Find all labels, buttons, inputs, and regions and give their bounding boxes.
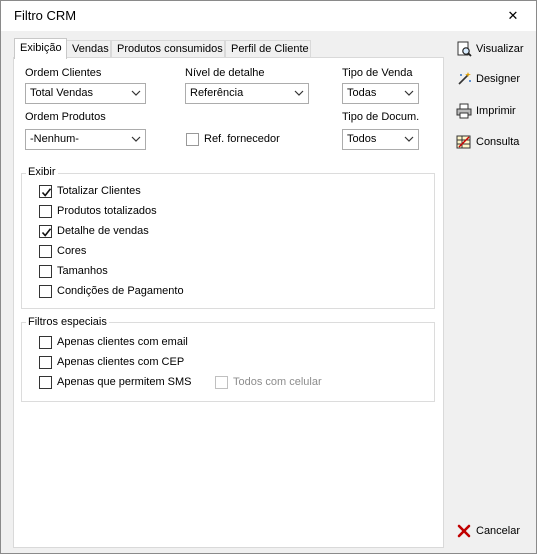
imprimir-label: Imprimir — [476, 105, 516, 117]
clientes-com-cep-label: Apenas clientes com CEP — [57, 356, 185, 368]
tab-panel-exibicao: Ordem Clientes Total Vendas Nível de det… — [13, 57, 444, 548]
window-title: Filtro CRM — [14, 8, 77, 23]
chevron-down-icon — [294, 90, 304, 96]
ordem-clientes-select[interactable]: Total Vendas — [25, 83, 146, 104]
detalhe-de-vendas-label: Detalhe de vendas — [57, 225, 149, 237]
magnifier-page-icon — [457, 41, 472, 57]
chevron-down-icon — [404, 90, 414, 96]
consulta-label: Consulta — [476, 136, 520, 148]
permitem-sms-label: Apenas que permitem SMS — [57, 376, 192, 388]
checkmark-icon — [41, 188, 52, 197]
nivel-detalhe-select[interactable]: Referência — [185, 83, 309, 104]
todos-com-celular-checkbox[interactable] — [215, 376, 228, 389]
chevron-down-icon — [404, 136, 414, 142]
chevron-down-icon — [131, 136, 141, 142]
visualizar-label: Visualizar — [476, 43, 524, 55]
cancelar-label: Cancelar — [476, 525, 521, 537]
exibir-group-title: Exibir — [26, 166, 58, 178]
todos-com-celular-label: Todos com celular — [233, 376, 322, 388]
tab-vendas[interactable]: Vendas — [66, 40, 111, 58]
clientes-com-cep-checkbox[interactable] — [39, 356, 52, 369]
tamanhos-checkbox[interactable] — [39, 265, 52, 278]
consulta-button[interactable]: Consulta — [456, 132, 519, 152]
cores-label: Cores — [57, 245, 87, 257]
ref-fornecedor-label: Ref. fornecedor — [204, 133, 280, 145]
designer-label: Designer — [476, 73, 521, 85]
condicoes-pagamento-checkbox[interactable] — [39, 285, 52, 298]
ordem-produtos-select[interactable]: -Nenhum- — [25, 129, 146, 150]
close-button[interactable]: ✕ — [490, 1, 536, 31]
totalizar-clientes-label: Totalizar Clientes — [57, 185, 141, 197]
printer-icon — [456, 103, 472, 119]
visualizar-button[interactable]: Visualizar — [456, 39, 524, 59]
magic-wand-icon — [458, 72, 471, 85]
clientes-com-email-checkbox[interactable] — [39, 336, 52, 349]
produtos-totalizados-label: Produtos totalizados — [57, 205, 157, 217]
checkmark-icon — [41, 228, 52, 237]
ordem-produtos-label: Ordem Produtos — [25, 111, 106, 123]
totalizar-clientes-checkbox[interactable] — [39, 185, 52, 198]
nivel-detalhe-value: Referência — [190, 87, 244, 99]
tipo-venda-value: Todas — [347, 87, 377, 99]
ordem-produtos-value: -Nenhum- — [30, 133, 79, 145]
filtros-especiais-group-title: Filtros especiais — [26, 316, 109, 328]
permitem-sms-checkbox[interactable] — [39, 376, 52, 389]
chevron-down-icon — [131, 90, 141, 96]
tab-perfil-de-cliente[interactable]: Perfil de Cliente — [225, 40, 311, 58]
condicoes-pagamento-label: Condições de Pagamento — [57, 285, 184, 297]
tipo-venda-select[interactable]: Todas — [342, 83, 419, 104]
tipo-venda-label: Tipo de Venda — [342, 67, 413, 79]
tab-exibicao[interactable]: Exibição — [14, 38, 67, 59]
tipo-docum-label: Tipo de Docum. — [342, 111, 420, 123]
ordem-clientes-label: Ordem Clientes — [25, 67, 102, 79]
designer-button[interactable]: Designer — [456, 69, 520, 89]
title-bar: Filtro CRM ✕ — [1, 1, 536, 31]
imprimir-button[interactable]: Imprimir — [456, 101, 516, 121]
query-grid-icon — [456, 135, 471, 149]
ordem-clientes-value: Total Vendas — [30, 87, 93, 99]
cores-checkbox[interactable] — [39, 245, 52, 258]
ref-fornecedor-checkbox[interactable] — [186, 133, 199, 146]
clientes-com-email-label: Apenas clientes com email — [57, 336, 188, 348]
tipo-docum-value: Todos — [347, 133, 377, 145]
detalhe-de-vendas-checkbox[interactable] — [39, 225, 52, 238]
cancelar-button[interactable]: Cancelar — [456, 521, 520, 541]
tipo-docum-select[interactable]: Todos — [342, 129, 419, 150]
filtro-crm-window: Filtro CRM ✕ Exibição Vendas Produtos co… — [0, 0, 537, 554]
nivel-detalhe-label: Nível de detalhe — [185, 67, 265, 79]
tab-produtos-consumidos[interactable]: Produtos consumidos — [111, 40, 225, 58]
red-x-icon — [457, 524, 471, 538]
produtos-totalizados-checkbox[interactable] — [39, 205, 52, 218]
tamanhos-label: Tamanhos — [57, 265, 108, 277]
